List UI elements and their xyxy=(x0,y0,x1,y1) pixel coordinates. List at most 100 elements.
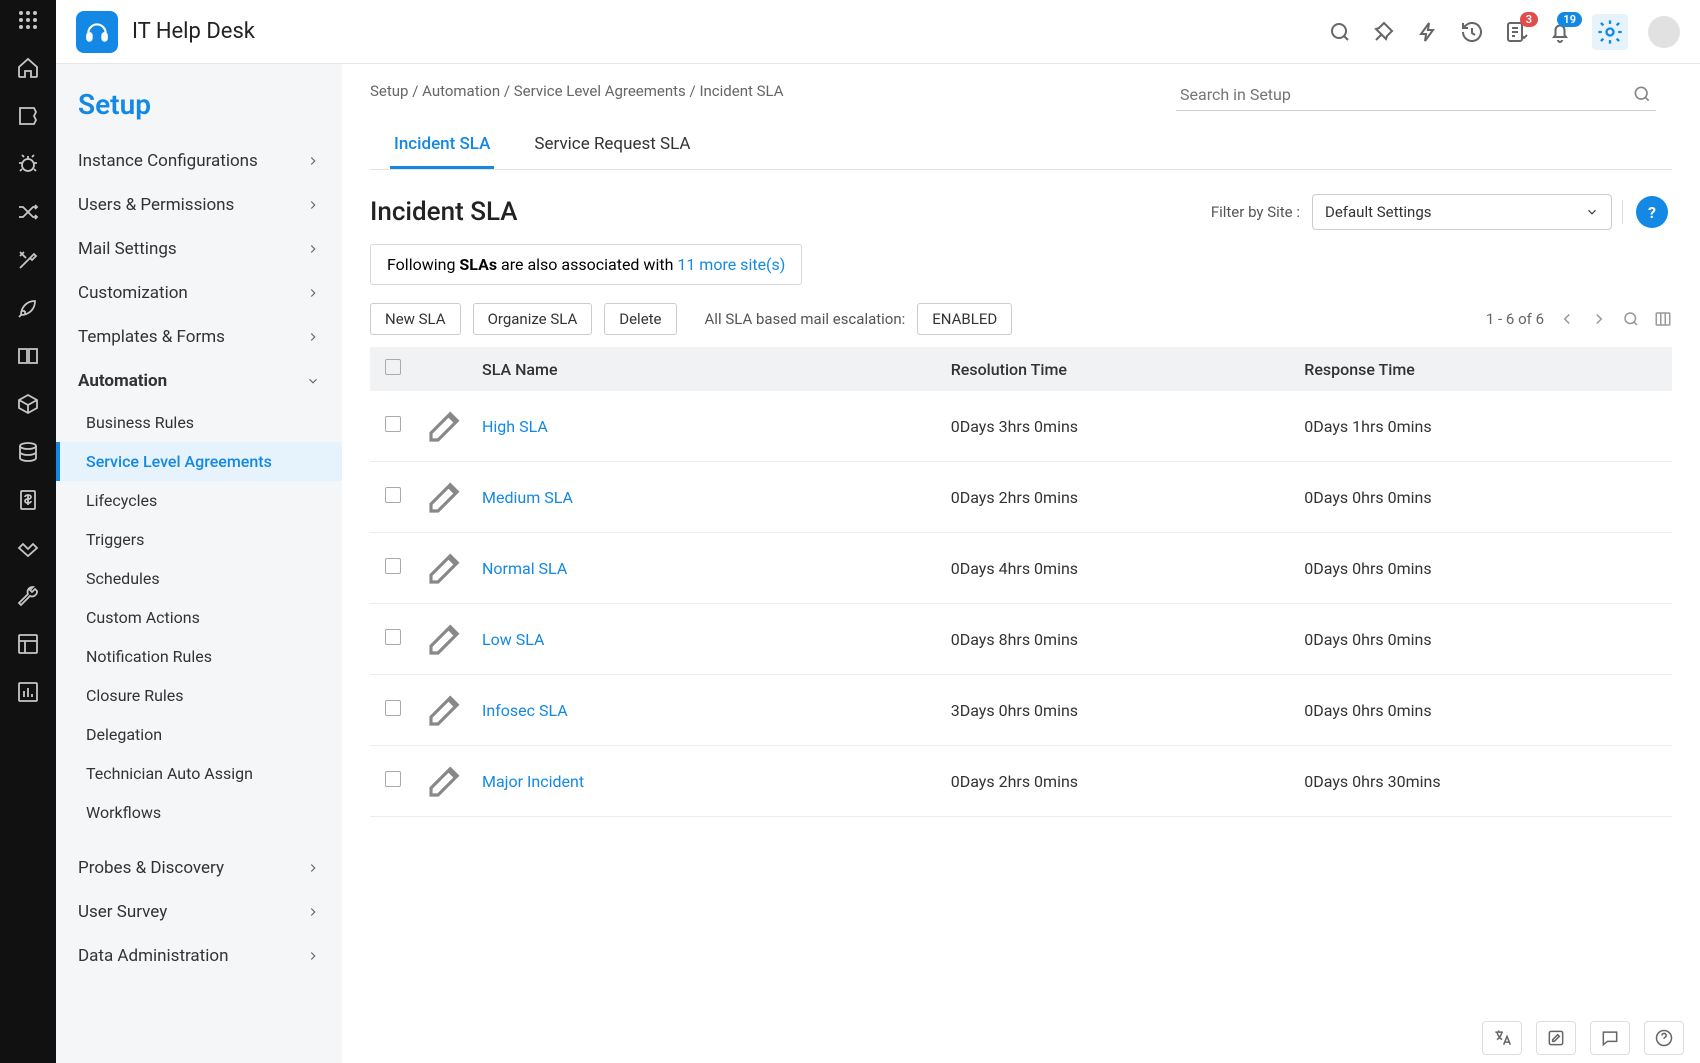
search-setup[interactable] xyxy=(1176,78,1656,111)
delete-button[interactable]: Delete xyxy=(604,303,676,335)
tasks-badge: 3 xyxy=(1520,12,1538,27)
cat-users-permissions[interactable]: Users & Permissions xyxy=(56,183,342,227)
cat-templates-forms[interactable]: Templates & Forms xyxy=(56,315,342,359)
row-checkbox[interactable] xyxy=(385,771,401,787)
row-checkbox[interactable] xyxy=(385,416,401,432)
crumb-current: Incident SLA xyxy=(699,82,783,100)
columns-icon[interactable] xyxy=(1654,310,1672,328)
cube-icon[interactable] xyxy=(16,392,40,416)
apps-grid-icon[interactable] xyxy=(16,8,40,32)
chat-icon[interactable] xyxy=(1590,1021,1630,1055)
cat-automation[interactable]: Automation xyxy=(56,359,342,403)
language-icon[interactable] xyxy=(1482,1021,1522,1055)
crumb-sla[interactable]: Service Level Agreements xyxy=(514,82,686,100)
bell-icon[interactable]: 19 xyxy=(1548,20,1572,44)
response-cell: 0Days 0hrs 30mins xyxy=(1296,746,1672,817)
rocket-icon[interactable] xyxy=(16,296,40,320)
sub-closure-rules[interactable]: Closure Rules xyxy=(56,676,342,715)
sla-name-link[interactable]: Medium SLA xyxy=(474,462,943,533)
bug-icon[interactable] xyxy=(16,152,40,176)
filter-site-dropdown[interactable]: Default Settings xyxy=(1312,194,1612,230)
table-search-icon[interactable] xyxy=(1622,310,1640,328)
pin-icon[interactable] xyxy=(1372,20,1396,44)
sub-technician-auto-assign[interactable]: Technician Auto Assign xyxy=(56,754,342,793)
layout-icon[interactable] xyxy=(16,632,40,656)
col-resolution[interactable]: Resolution Time xyxy=(943,347,1297,391)
organize-sla-button[interactable]: Organize SLA xyxy=(473,303,593,335)
sla-name-link[interactable]: Major Incident xyxy=(474,746,943,817)
cat-instance-configurations[interactable]: Instance Configurations xyxy=(56,139,342,183)
sub-schedules[interactable]: Schedules xyxy=(56,559,342,598)
table-row: Major Incident0Days 2hrs 0mins0Days 0hrs… xyxy=(370,746,1672,817)
sub-triggers[interactable]: Triggers xyxy=(56,520,342,559)
crumb-automation[interactable]: Automation xyxy=(422,82,500,100)
cat-data-administration[interactable]: Data Administration xyxy=(56,934,342,978)
sub-notification-rules[interactable]: Notification Rules xyxy=(56,637,342,676)
sub-lifecycles[interactable]: Lifecycles xyxy=(56,481,342,520)
history-icon[interactable] xyxy=(1460,20,1484,44)
tab-incident-sla[interactable]: Incident SLA xyxy=(390,122,494,169)
edit-icon[interactable] xyxy=(424,405,466,447)
handshake-icon[interactable] xyxy=(16,536,40,560)
prev-page-icon[interactable] xyxy=(1558,310,1576,328)
sla-name-link[interactable]: High SLA xyxy=(474,391,943,462)
sla-name-link[interactable]: Infosec SLA xyxy=(474,675,943,746)
select-all-checkbox[interactable] xyxy=(385,359,401,375)
sub-workflows[interactable]: Workflows xyxy=(56,793,342,832)
database-icon[interactable] xyxy=(16,440,40,464)
gear-icon[interactable] xyxy=(1592,14,1628,50)
sub-delegation[interactable]: Delegation xyxy=(56,715,342,754)
tab-service-request-sla[interactable]: Service Request SLA xyxy=(530,122,694,169)
tasks-icon[interactable]: 3 xyxy=(1504,20,1528,44)
edit-icon[interactable] xyxy=(424,547,466,589)
resolution-cell: 0Days 2hrs 0mins xyxy=(943,462,1297,533)
home-icon[interactable] xyxy=(16,56,40,80)
ticket-icon[interactable] xyxy=(16,104,40,128)
sla-name-link[interactable]: Normal SLA xyxy=(474,533,943,604)
wrench-icon[interactable] xyxy=(16,584,40,608)
sla-name-link[interactable]: Low SLA xyxy=(474,604,943,675)
app-logo-icon xyxy=(76,11,118,53)
chart-icon[interactable] xyxy=(16,680,40,704)
crumb-setup[interactable]: Setup xyxy=(370,82,408,100)
search-icon[interactable] xyxy=(1328,20,1352,44)
edit-icon[interactable] xyxy=(424,760,466,802)
sub-business-rules[interactable]: Business Rules xyxy=(56,403,342,442)
cat-mail-settings[interactable]: Mail Settings xyxy=(56,227,342,271)
col-name[interactable]: SLA Name xyxy=(474,347,943,391)
edit-icon[interactable] xyxy=(424,618,466,660)
bolt-icon[interactable] xyxy=(1416,20,1440,44)
row-checkbox[interactable] xyxy=(385,629,401,645)
help-icon[interactable] xyxy=(1644,1021,1684,1055)
new-sla-button[interactable]: New SLA xyxy=(370,303,461,335)
row-checkbox[interactable] xyxy=(385,558,401,574)
notice-text: Following xyxy=(387,255,459,274)
search-setup-input[interactable] xyxy=(1180,85,1632,104)
table-row: Infosec SLA3Days 0hrs 0mins0Days 0hrs 0m… xyxy=(370,675,1672,746)
invoice-icon[interactable] xyxy=(16,488,40,512)
row-checkbox[interactable] xyxy=(385,700,401,716)
avatar[interactable] xyxy=(1648,16,1680,48)
next-page-icon[interactable] xyxy=(1590,310,1608,328)
cat-user-survey[interactable]: User Survey xyxy=(56,890,342,934)
row-checkbox[interactable] xyxy=(385,487,401,503)
edit-icon[interactable] xyxy=(424,476,466,518)
sub-custom-actions[interactable]: Custom Actions xyxy=(56,598,342,637)
mail-escalation-toggle[interactable]: ENABLED xyxy=(917,303,1012,335)
tools-icon[interactable] xyxy=(16,248,40,272)
compose-icon[interactable] xyxy=(1536,1021,1576,1055)
cat-customization[interactable]: Customization xyxy=(56,271,342,315)
col-response[interactable]: Response Time xyxy=(1296,347,1672,391)
more-sites-link[interactable]: 11 more site(s) xyxy=(677,255,785,274)
book-icon[interactable] xyxy=(16,344,40,368)
cat-label: Customization xyxy=(78,283,188,303)
chevron-down-icon xyxy=(306,374,320,388)
chevron-right-icon xyxy=(306,861,320,875)
help-button[interactable]: ? xyxy=(1636,196,1668,228)
shuffle-icon[interactable] xyxy=(16,200,40,224)
edit-icon[interactable] xyxy=(424,689,466,731)
sub-service-level-agreements[interactable]: Service Level Agreements xyxy=(56,442,342,481)
cat-probes-discovery[interactable]: Probes & Discovery xyxy=(56,846,342,890)
chevron-right-icon xyxy=(306,154,320,168)
floating-actions xyxy=(1482,1021,1684,1055)
